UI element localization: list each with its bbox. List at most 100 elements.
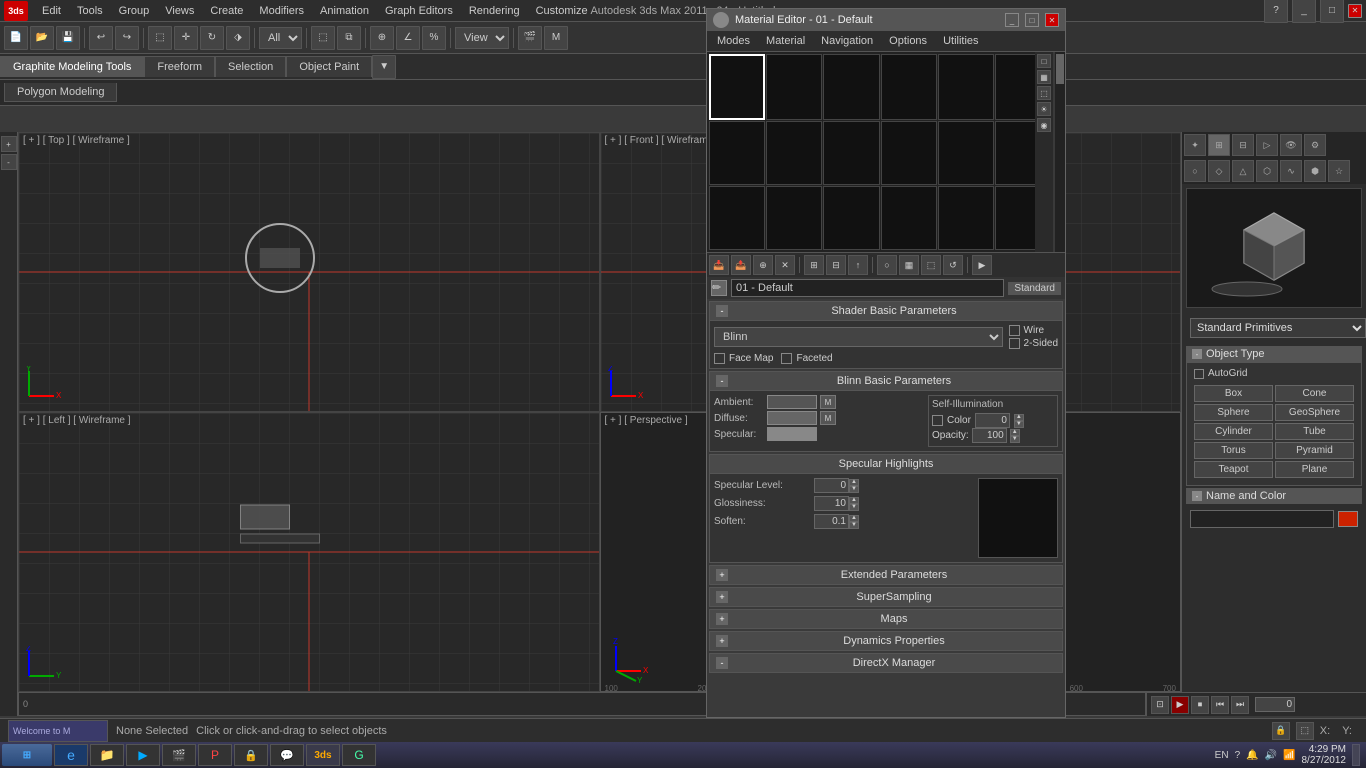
select-filter[interactable]: All bbox=[259, 27, 302, 49]
supersampling-toggle[interactable]: + bbox=[716, 591, 728, 603]
me-go-parent-btn[interactable]: ↑ bbox=[848, 255, 868, 275]
viewport-top[interactable]: [ + ] [ Top ] [ Wireframe ] X Y bbox=[18, 132, 600, 412]
render-btn[interactable]: 🎬 bbox=[518, 26, 542, 50]
move-btn[interactable]: ✛ bbox=[174, 26, 198, 50]
max-btn[interactable]: □ bbox=[1320, 0, 1344, 23]
me-menu-navigation[interactable]: Navigation bbox=[813, 33, 881, 49]
menu-create[interactable]: Create bbox=[202, 3, 251, 19]
ambient-color-box[interactable] bbox=[767, 395, 817, 409]
me-menu-material[interactable]: Material bbox=[758, 33, 813, 49]
shader-type-dropdown[interactable]: Blinn bbox=[714, 327, 1003, 347]
open-btn[interactable]: 📂 bbox=[30, 26, 54, 50]
taskbar-present[interactable]: P bbox=[198, 744, 232, 766]
menu-graph-editors[interactable]: Graph Editors bbox=[377, 3, 461, 19]
opacity-spin-up[interactable]: ▲ bbox=[1010, 429, 1020, 436]
me-delete-btn[interactable]: ✕ bbox=[775, 255, 795, 275]
me-sample-17[interactable] bbox=[938, 186, 994, 250]
me-sample-15[interactable] bbox=[823, 186, 879, 250]
me-back-btn[interactable]: ⬚ bbox=[921, 255, 941, 275]
samples-scrollbar[interactable] bbox=[1055, 52, 1065, 252]
scale-btn[interactable]: ⬗ bbox=[226, 26, 250, 50]
show-desktop-btn[interactable] bbox=[1352, 744, 1360, 766]
snap-btn[interactable]: ⊕ bbox=[370, 26, 394, 50]
ambient-map-btn[interactable]: M bbox=[820, 395, 836, 409]
soften-down[interactable]: ▼ bbox=[849, 522, 859, 529]
opacity-value[interactable] bbox=[972, 428, 1007, 443]
me-sample-7[interactable] bbox=[709, 121, 765, 185]
me-prev-btn[interactable]: ⊞ bbox=[804, 255, 824, 275]
me-sample-1[interactable] bbox=[709, 54, 765, 120]
start-button[interactable]: ⊞ bbox=[2, 744, 52, 766]
tab-extra[interactable]: ▼ bbox=[372, 55, 396, 79]
menu-views[interactable]: Views bbox=[157, 3, 202, 19]
gloss-up[interactable]: ▲ bbox=[849, 497, 859, 504]
obj-torus[interactable]: Torus bbox=[1194, 442, 1273, 459]
rpanel-icon-create[interactable]: ✦ bbox=[1184, 134, 1206, 156]
me-video-btn[interactable]: ▶ bbox=[972, 255, 992, 275]
rotate-btn[interactable]: ↻ bbox=[200, 26, 224, 50]
select-btn[interactable]: ⬚ bbox=[148, 26, 172, 50]
menu-rendering[interactable]: Rendering bbox=[461, 3, 528, 19]
diffuse-map-btn[interactable]: M bbox=[820, 411, 836, 425]
blinn-basic-header[interactable]: - Blinn Basic Parameters bbox=[709, 371, 1063, 391]
me-reset-btn[interactable]: ↺ bbox=[943, 255, 963, 275]
rpanel-icon-2f[interactable]: ⬢ bbox=[1304, 160, 1326, 182]
menu-customize[interactable]: Customize bbox=[528, 3, 596, 19]
tab-graphite[interactable]: Graphite Modeling Tools bbox=[0, 56, 144, 77]
soften-input[interactable] bbox=[814, 514, 849, 529]
object-type-toggle[interactable]: - bbox=[1192, 349, 1202, 359]
menu-group[interactable]: Group bbox=[111, 3, 158, 19]
lock-icon[interactable]: 🔒 bbox=[1272, 722, 1290, 740]
taskbar-chat[interactable]: 💬 bbox=[270, 744, 304, 766]
taskbar-media[interactable]: ▶ bbox=[126, 744, 160, 766]
me-name-input[interactable] bbox=[731, 279, 1004, 297]
rpanel-icon-utilities[interactable]: ⚙ bbox=[1304, 134, 1326, 156]
obj-geosphere[interactable]: GeoSphere bbox=[1275, 404, 1354, 421]
obj-pyramid[interactable]: Pyramid bbox=[1275, 442, 1354, 459]
spin-down[interactable]: ▼ bbox=[1014, 421, 1024, 428]
directx-header[interactable]: - DirectX Manager bbox=[709, 653, 1063, 673]
object-type-header[interactable]: - Object Type bbox=[1186, 346, 1362, 362]
stop-btn[interactable]: ⏹ bbox=[1191, 696, 1209, 714]
me-sample-4[interactable] bbox=[881, 54, 937, 120]
supersampling-header[interactable]: + SuperSampling bbox=[709, 587, 1063, 607]
obj-teapot[interactable]: Teapot bbox=[1194, 461, 1273, 478]
wire-checkbox[interactable] bbox=[1009, 325, 1020, 336]
rpanel-icon-motion[interactable]: ▷ bbox=[1256, 134, 1278, 156]
faceted-checkbox[interactable] bbox=[781, 353, 792, 364]
me-sample-11[interactable] bbox=[938, 121, 994, 185]
primitives-dropdown[interactable]: Standard Primitives bbox=[1190, 318, 1366, 338]
diffuse-color-box[interactable] bbox=[767, 411, 817, 425]
key-mode-btn[interactable]: ⊡ bbox=[1151, 696, 1169, 714]
me-sample-16[interactable] bbox=[881, 186, 937, 250]
new-btn[interactable]: 📄 bbox=[4, 26, 28, 50]
me-sample-14[interactable] bbox=[766, 186, 822, 250]
prev-frame-btn[interactable]: ⏮ bbox=[1211, 696, 1229, 714]
me-menu-utilities[interactable]: Utilities bbox=[935, 33, 986, 49]
maps-toggle[interactable]: + bbox=[716, 613, 728, 625]
menu-edit[interactable]: Edit bbox=[34, 3, 69, 19]
me-sample-2[interactable] bbox=[766, 54, 822, 120]
me-sample-8[interactable] bbox=[766, 121, 822, 185]
rpanel-icon-modify[interactable]: ⊞ bbox=[1208, 134, 1230, 156]
material-editor-btn[interactable]: M bbox=[544, 26, 568, 50]
window-btn[interactable]: ⧉ bbox=[337, 26, 361, 50]
rpanel-icon-2c[interactable]: △ bbox=[1232, 160, 1254, 182]
play-anim-btn[interactable]: ▶ bbox=[1171, 696, 1189, 714]
rpanel-icon-display[interactable]: 👁 bbox=[1280, 134, 1302, 156]
me-minimize-btn[interactable]: _ bbox=[1005, 13, 1019, 27]
soften-up[interactable]: ▲ bbox=[849, 515, 859, 522]
self-illum-color-checkbox[interactable] bbox=[932, 415, 943, 426]
obj-cylinder[interactable]: Cylinder bbox=[1194, 423, 1273, 440]
me-icon-back[interactable]: ⬚ bbox=[1037, 86, 1051, 100]
taskbar-folder[interactable]: 📁 bbox=[90, 744, 124, 766]
undo-btn[interactable]: ↩ bbox=[89, 26, 113, 50]
two-sided-checkbox[interactable] bbox=[1009, 338, 1020, 349]
menu-modifiers[interactable]: Modifiers bbox=[251, 3, 312, 19]
close-btn[interactable]: ✕ bbox=[1348, 4, 1362, 18]
obj-tube[interactable]: Tube bbox=[1275, 423, 1354, 440]
taskbar-film[interactable]: 🎬 bbox=[162, 744, 196, 766]
view-dropdown[interactable]: View bbox=[455, 27, 509, 49]
next-frame-btn[interactable]: ⏭ bbox=[1231, 696, 1249, 714]
dynamics-toggle[interactable]: + bbox=[716, 635, 728, 647]
